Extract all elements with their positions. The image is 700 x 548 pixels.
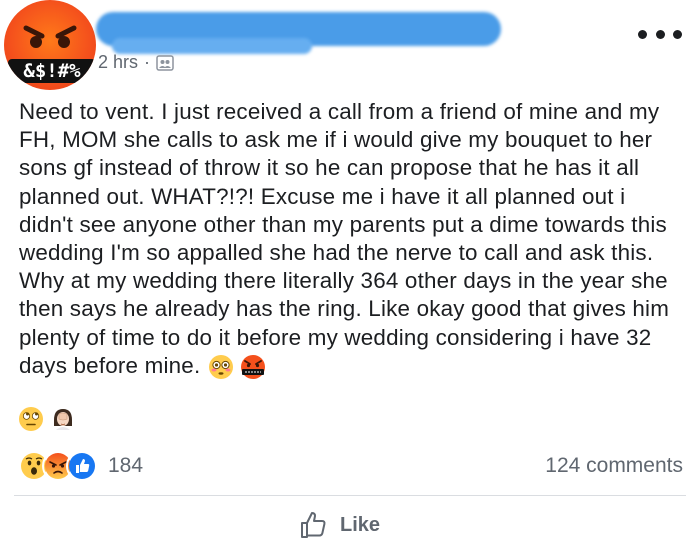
like-button[interactable]: Like <box>298 508 380 542</box>
post-header: &$!#% 2 hrs · <box>0 0 700 90</box>
post-body-text: Need to vent. I just received a call fro… <box>19 99 676 378</box>
meta-separator: · <box>144 52 151 72</box>
cursing-face-icon <box>241 354 266 379</box>
eye-roll-face-icon <box>19 407 43 431</box>
facepalm-woman-icon <box>54 409 72 430</box>
reactions-summary: 184 124 comments <box>18 450 683 482</box>
like-label: Like <box>340 513 381 536</box>
post-body: Need to vent. I just received a call fro… <box>19 98 684 380</box>
reaction-count[interactable]: 184 <box>108 454 143 478</box>
group-audience-icon[interactable] <box>156 54 174 72</box>
avatar-badge: &$!#% <box>8 59 96 83</box>
dot-icon <box>638 29 647 39</box>
post-meta: 2 hrs · <box>98 52 174 73</box>
inline-emojis <box>208 354 266 380</box>
like-reaction-icon <box>66 450 98 482</box>
flushed-face-icon <box>209 354 234 379</box>
timestamp[interactable]: 2 hrs <box>98 52 138 73</box>
trailing-emojis <box>18 406 76 432</box>
divider <box>14 495 686 496</box>
avatar[interactable]: &$!#% <box>4 0 96 90</box>
dot-icon <box>655 29 665 39</box>
dot-icon <box>673 29 682 39</box>
more-options-button[interactable] <box>638 22 682 46</box>
comments-count[interactable]: 124 comments <box>545 454 683 478</box>
thumbs-up-icon <box>301 512 326 538</box>
reaction-icons[interactable] <box>18 450 98 482</box>
